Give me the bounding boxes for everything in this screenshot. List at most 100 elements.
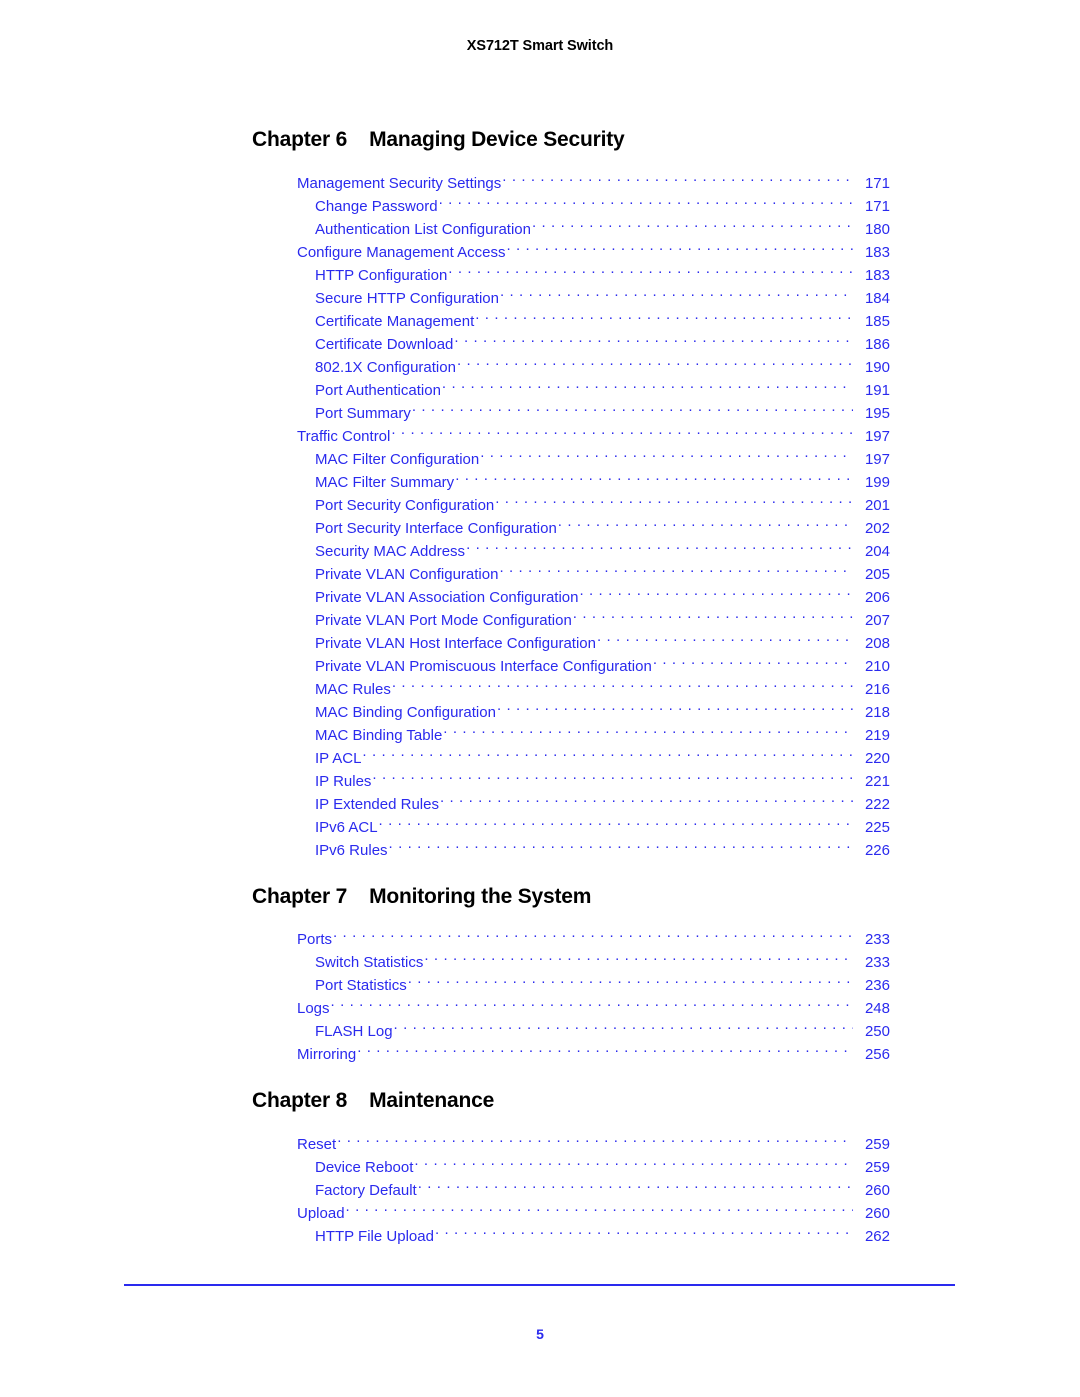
- toc-entry[interactable]: MAC Filter Configuration197: [0, 441, 1080, 468]
- toc-entry-page-number[interactable]: 191: [854, 379, 890, 402]
- toc-entry-page-number[interactable]: 218: [854, 701, 890, 724]
- toc-entry-page-number[interactable]: 201: [854, 494, 890, 517]
- toc-entry[interactable]: HTTP File Upload 262: [0, 1218, 1080, 1245]
- toc-entry[interactable]: Reset 259: [0, 1126, 1080, 1153]
- toc-entry-title[interactable]: IP Rules: [315, 770, 371, 793]
- toc-entry-page-number[interactable]: 184: [854, 287, 890, 310]
- toc-entry-title[interactable]: Upload: [297, 1202, 345, 1225]
- toc-entry-page-number[interactable]: 233: [854, 928, 890, 951]
- toc-entry-page-number[interactable]: 197: [854, 448, 890, 471]
- toc-entry-page-number[interactable]: 248: [854, 997, 890, 1020]
- toc-entry-title[interactable]: Device Reboot: [315, 1156, 413, 1179]
- toc-entry-page-number[interactable]: 222: [854, 793, 890, 816]
- toc-entry[interactable]: Logs 248: [0, 990, 1080, 1017]
- toc-entry-title[interactable]: HTTP Configuration: [315, 264, 447, 287]
- toc-entry[interactable]: IP Extended Rules222: [0, 786, 1080, 813]
- toc-entry-title[interactable]: Mirroring: [297, 1043, 356, 1066]
- toc-entry-page-number[interactable]: 171: [854, 195, 890, 218]
- toc-entry-page-number[interactable]: 220: [854, 747, 890, 770]
- toc-entry[interactable]: Port Security Interface Configuration202: [0, 510, 1080, 537]
- toc-entry[interactable]: IPv6 ACL 225: [0, 809, 1080, 836]
- toc-entry-title[interactable]: IP ACL: [315, 747, 361, 770]
- toc-entry[interactable]: Ports 233: [0, 921, 1080, 948]
- toc-entry-title[interactable]: MAC Filter Summary: [315, 471, 454, 494]
- toc-entry-title[interactable]: Private VLAN Association Configuration: [315, 586, 578, 609]
- toc-entry-title[interactable]: Secure HTTP Configuration: [315, 287, 499, 310]
- toc-entry-title[interactable]: HTTP File Upload: [315, 1225, 434, 1248]
- toc-entry[interactable]: FLASH Log250: [0, 1013, 1080, 1040]
- toc-entry-page-number[interactable]: 185: [854, 310, 890, 333]
- toc-entry[interactable]: Port Security Configuration 201: [0, 487, 1080, 514]
- toc-entry[interactable]: MAC Filter Summary 199: [0, 464, 1080, 491]
- toc-entry-page-number[interactable]: 195: [854, 402, 890, 425]
- toc-entry-title[interactable]: Reset: [297, 1133, 336, 1156]
- toc-entry-title[interactable]: IPv6 Rules: [315, 839, 388, 862]
- toc-entry[interactable]: Authentication List Configuration 180: [0, 211, 1080, 238]
- toc-entry-page-number[interactable]: 233: [854, 951, 890, 974]
- toc-entry[interactable]: Device Reboot 259: [0, 1149, 1080, 1176]
- toc-entry-page-number[interactable]: 210: [854, 655, 890, 678]
- toc-entry-page-number[interactable]: 262: [854, 1225, 890, 1248]
- toc-entry-title[interactable]: Certificate Management: [315, 310, 474, 333]
- toc-entry-page-number[interactable]: 256: [854, 1043, 890, 1066]
- toc-entry-page-number[interactable]: 219: [854, 724, 890, 747]
- toc-entry-page-number[interactable]: 260: [854, 1202, 890, 1225]
- toc-entry-page-number[interactable]: 183: [854, 241, 890, 264]
- toc-entry-page-number[interactable]: 183: [854, 264, 890, 287]
- toc-entry[interactable]: MAC Rules 216: [0, 671, 1080, 698]
- toc-entry-title[interactable]: Authentication List Configuration: [315, 218, 531, 241]
- toc-entry-page-number[interactable]: 197: [854, 425, 890, 448]
- toc-entry[interactable]: Mirroring 256: [0, 1036, 1080, 1063]
- toc-entry[interactable]: 802.1X Configuration 190: [0, 349, 1080, 376]
- toc-entry-title[interactable]: Change Password: [315, 195, 438, 218]
- toc-entry-page-number[interactable]: 207: [854, 609, 890, 632]
- toc-entry[interactable]: MAC Binding Configuration218: [0, 694, 1080, 721]
- toc-entry-page-number[interactable]: 206: [854, 586, 890, 609]
- toc-entry[interactable]: Certificate Download 186: [0, 326, 1080, 353]
- toc-entry-title[interactable]: Private VLAN Port Mode Configuration: [315, 609, 572, 632]
- toc-entry-page-number[interactable]: 221: [854, 770, 890, 793]
- toc-entry-page-number[interactable]: 180: [854, 218, 890, 241]
- toc-entry[interactable]: Configure Management Access183: [0, 234, 1080, 261]
- toc-entry-title[interactable]: Security MAC Address: [315, 540, 465, 563]
- toc-entry-title[interactable]: Private VLAN Configuration: [315, 563, 498, 586]
- toc-entry-page-number[interactable]: 205: [854, 563, 890, 586]
- toc-entry[interactable]: Management Security Settings171: [0, 165, 1080, 192]
- toc-entry-page-number[interactable]: 186: [854, 333, 890, 356]
- toc-entry[interactable]: IP ACL 220: [0, 740, 1080, 767]
- toc-entry-title[interactable]: Certificate Download: [315, 333, 453, 356]
- toc-entry-title[interactable]: Private VLAN Host Interface Configuratio…: [315, 632, 596, 655]
- toc-entry[interactable]: Private VLAN Configuration 205: [0, 556, 1080, 583]
- toc-entry-page-number[interactable]: 260: [854, 1179, 890, 1202]
- toc-entry[interactable]: HTTP Configuration 183: [0, 257, 1080, 284]
- toc-entry-page-number[interactable]: 171: [854, 172, 890, 195]
- toc-entry-title[interactable]: Logs: [297, 997, 330, 1020]
- toc-entry-title[interactable]: Port Security Configuration: [315, 494, 494, 517]
- toc-entry-title[interactable]: MAC Rules: [315, 678, 391, 701]
- toc-entry[interactable]: Certificate Management 185: [0, 303, 1080, 330]
- toc-entry-page-number[interactable]: 190: [854, 356, 890, 379]
- toc-entry-page-number[interactable]: 259: [854, 1156, 890, 1179]
- toc-entry-title[interactable]: Traffic Control: [297, 425, 390, 448]
- toc-entry[interactable]: Security MAC Address 204: [0, 533, 1080, 560]
- toc-entry[interactable]: Private VLAN Association Configuration 20…: [0, 579, 1080, 606]
- toc-entry-page-number[interactable]: 202: [854, 517, 890, 540]
- toc-entry[interactable]: Secure HTTP Configuration 184: [0, 280, 1080, 307]
- toc-entry-page-number[interactable]: 236: [854, 974, 890, 997]
- toc-entry[interactable]: Traffic Control 197: [0, 418, 1080, 445]
- toc-entry-page-number[interactable]: 208: [854, 632, 890, 655]
- toc-entry[interactable]: Port Statistics236: [0, 967, 1080, 994]
- toc-entry[interactable]: Upload 260: [0, 1195, 1080, 1222]
- toc-entry[interactable]: Port Authentication191: [0, 372, 1080, 399]
- toc-entry-page-number[interactable]: 250: [854, 1020, 890, 1043]
- toc-entry-title[interactable]: IPv6 ACL: [315, 816, 378, 839]
- toc-entry[interactable]: Switch Statistics233: [0, 944, 1080, 971]
- toc-entry-page-number[interactable]: 204: [854, 540, 890, 563]
- toc-entry[interactable]: IPv6 Rules 226: [0, 832, 1080, 859]
- toc-entry-page-number[interactable]: 199: [854, 471, 890, 494]
- toc-entry-page-number[interactable]: 225: [854, 816, 890, 839]
- toc-entry[interactable]: IP Rules 221: [0, 763, 1080, 790]
- toc-entry[interactable]: MAC Binding Table219: [0, 717, 1080, 744]
- toc-entry[interactable]: Factory Default260: [0, 1172, 1080, 1199]
- toc-entry-title[interactable]: 802.1X Configuration: [315, 356, 456, 379]
